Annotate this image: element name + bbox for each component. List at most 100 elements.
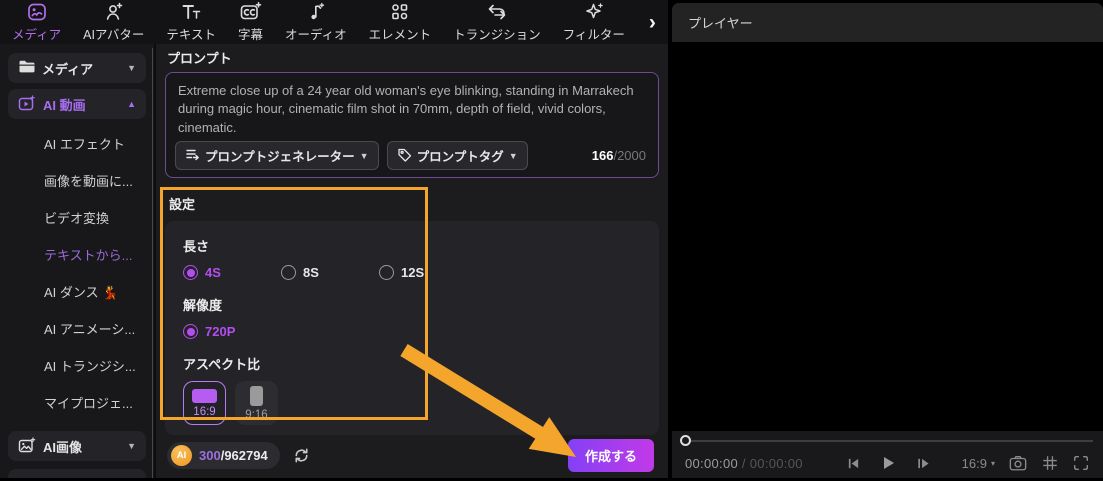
- left-body: メディア ▼ AI 動画 ▲ AI エフェクト 画像を動画に... ビデオ変換 …: [0, 44, 668, 478]
- toolbar-tab-label: 字幕: [238, 28, 264, 42]
- toolbar-tab-audio[interactable]: オーディオ: [285, 1, 347, 43]
- grid-icon[interactable]: [1041, 454, 1059, 472]
- video-preview: [672, 42, 1103, 431]
- credits-text: 300/962794: [199, 448, 268, 463]
- play-icon[interactable]: [880, 455, 896, 471]
- toolbar-tab-label: メディア: [12, 28, 62, 42]
- char-counter: 166/2000: [592, 148, 646, 163]
- sidebar-items: AI エフェクト 画像を動画に... ビデオ変換 テキストから... AI ダン…: [0, 125, 154, 421]
- chevron-down-icon: ▼: [127, 441, 136, 451]
- sidebar-item-ai-animation[interactable]: AI アニメーシ...: [0, 310, 154, 347]
- toolbar-tab-elements[interactable]: エレメント: [368, 1, 432, 43]
- toolbar-tab-ai-avatar[interactable]: AIアバター: [83, 1, 144, 43]
- sidebar-item-video-convert[interactable]: ビデオ変換: [0, 199, 154, 236]
- radio-720p[interactable]: 720P: [183, 324, 281, 339]
- sidebar-group-ai-video[interactable]: AI 動画 ▲: [8, 89, 146, 119]
- credits-used: 300: [199, 447, 221, 463]
- toolbar-tab-text[interactable]: テキスト: [166, 1, 216, 43]
- toolbar-expand-chevron-icon[interactable]: ›: [647, 12, 658, 33]
- prompt-generator-button[interactable]: プロンプトジェネレーター ▼: [175, 141, 379, 170]
- sidebar-group-partial[interactable]: [8, 469, 146, 478]
- radio-12s[interactable]: 12S: [379, 265, 477, 280]
- sidebar-group-label: AI画像: [43, 439, 83, 455]
- chevron-down-icon: ▾: [990, 458, 995, 468]
- radio-label: 8S: [303, 265, 319, 280]
- sidebar-item-ai-transition[interactable]: AI トランジシ...: [0, 347, 154, 384]
- radio-unselected-icon: [281, 265, 296, 280]
- transitions-icon: [485, 1, 509, 23]
- toolbar-tab-media[interactable]: メディア: [12, 1, 61, 43]
- elements-icon: [389, 1, 411, 23]
- credits-total: /962794: [220, 447, 268, 463]
- ai-image-icon: [18, 436, 36, 456]
- radio-label: 4S: [205, 265, 221, 280]
- radio-label: 12S: [401, 265, 425, 280]
- toolbar-tab-filters[interactable]: フィルター: [563, 1, 625, 43]
- aspect-card-9-16[interactable]: 9:16: [235, 381, 278, 425]
- radio-4s[interactable]: 4S: [183, 265, 281, 280]
- sidebar-group-label: メディア: [42, 61, 94, 77]
- player-right-controls: 16:9 ▾: [962, 454, 1090, 472]
- sidebar-item-image-to-video[interactable]: 画像を動画に...: [0, 162, 154, 199]
- chevron-down-icon: ▼: [508, 150, 518, 161]
- player-title: プレイヤー: [688, 16, 753, 31]
- subtitles-icon: [239, 1, 262, 23]
- aspect-card-16-9[interactable]: 16:9: [183, 381, 226, 425]
- credits-pill[interactable]: AI 300/962794: [167, 441, 280, 469]
- sidebar-group-ai-image[interactable]: AI画像 ▼: [8, 431, 146, 461]
- sidebar-item-my-projects[interactable]: マイプロジェ...: [0, 384, 154, 421]
- bottom-bar: AI 300/962794 作成する: [165, 436, 659, 478]
- total-time: 00:00:00: [749, 455, 803, 471]
- avatar-icon: [103, 1, 125, 23]
- text-icon: [180, 1, 202, 23]
- resolution-label: 解像度: [183, 298, 223, 313]
- seek-knob[interactable]: [680, 435, 691, 446]
- aspect-options: 16:9 9:16: [183, 381, 641, 425]
- prompt-tag-button[interactable]: プロンプトタグ ▼: [386, 141, 528, 170]
- player-panel: プレイヤー 00:00:00 / 00:00:00 16:9 ▾: [672, 0, 1103, 478]
- toolbar-tab-label: エレメント: [368, 28, 432, 42]
- audio-icon: [305, 1, 327, 23]
- sidebar-item-ai-dance[interactable]: AI ダンス 💃: [0, 273, 154, 310]
- prompt-card: Extreme close up of a 24 year old woman'…: [165, 72, 659, 178]
- chevron-down-icon: ▼: [127, 63, 136, 73]
- toolbar-tab-label: AIアバター: [83, 28, 145, 42]
- list-arrow-icon: [185, 147, 200, 165]
- toolbar-tab-label: トランジション: [453, 28, 541, 42]
- create-button[interactable]: 作成する: [567, 438, 654, 472]
- left-section: メディア AIアバター テキスト 字幕 オーディオ エレメント トランジション …: [0, 0, 668, 478]
- next-frame-icon[interactable]: [916, 457, 929, 470]
- refresh-icon[interactable]: [292, 446, 311, 465]
- aspect-card-label: 9:16: [245, 408, 268, 421]
- prompt-textarea[interactable]: Extreme close up of a 24 year old woman'…: [178, 82, 646, 137]
- radio-8s[interactable]: 8S: [281, 265, 379, 280]
- top-toolbar: メディア AIアバター テキスト 字幕 オーディオ エレメント トランジション …: [0, 0, 668, 44]
- player-controls: 00:00:00 / 00:00:00 16:9 ▾: [672, 431, 1103, 478]
- sidebar-item-text-to-video[interactable]: テキストから...: [0, 236, 154, 273]
- previous-frame-icon[interactable]: [847, 457, 860, 470]
- resolution-options: 720P: [183, 324, 641, 339]
- radio-unselected-icon: [379, 265, 394, 280]
- toolbar-tab-label: オーディオ: [285, 28, 347, 42]
- snapshot-camera-icon[interactable]: [1008, 454, 1028, 472]
- seek-track[interactable]: [682, 440, 1093, 442]
- filters-icon: [583, 1, 605, 23]
- toolbar-tab-transitions[interactable]: トランジション: [453, 1, 541, 43]
- sidebar-item-ai-effect[interactable]: AI エフェクト: [0, 125, 154, 162]
- prompt-generator-label: プロンプトジェネレーター: [205, 150, 355, 164]
- prompt-section-label: プロンプト: [167, 51, 232, 66]
- char-count: 166: [591, 148, 614, 163]
- aspect-ratio-select[interactable]: 16:9 ▾: [962, 456, 995, 471]
- length-label: 長さ: [183, 239, 210, 254]
- tag-icon: [397, 147, 412, 165]
- seek-bar[interactable]: [672, 435, 1103, 448]
- toolbar-tab-label: テキスト: [166, 28, 217, 42]
- portrait-shape-icon: [250, 385, 263, 406]
- sidebar-group-media[interactable]: メディア ▼: [8, 53, 146, 83]
- media-icon: [26, 1, 48, 23]
- radio-selected-icon: [183, 324, 198, 339]
- fullscreen-icon[interactable]: [1072, 454, 1090, 472]
- aspect-card-label: 16:9: [193, 405, 216, 418]
- landscape-shape-icon: [192, 388, 217, 403]
- toolbar-tab-subtitles[interactable]: 字幕: [238, 1, 263, 43]
